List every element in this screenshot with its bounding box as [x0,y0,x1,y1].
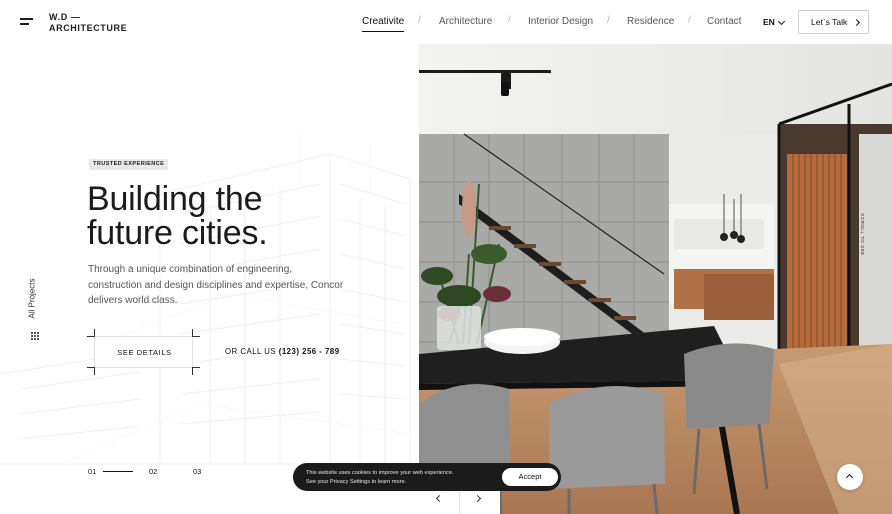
lets-talk-label: Let`s Talk [811,17,848,27]
cookie-text: This website uses cookies to improve you… [306,469,453,487]
chevron-left-icon[interactable] [435,494,444,503]
chevron-right-icon[interactable] [473,494,482,503]
logo-line-1: W.D — [49,12,81,22]
see-details-button[interactable]: SEE DETAILS [94,336,193,368]
hero-interior-photo [419,44,892,514]
menu-icon-line [20,18,33,20]
cookie-line-2: See your Privacy Settings to learn more. [306,479,407,485]
bracket-corner [192,367,200,368]
trusted-experience-badge: TRUSTED EXPERIENCE [89,159,169,170]
nav-separator: / [688,15,691,26]
nav-separator: / [607,15,610,26]
hero-headline: Building the future cities. [87,182,407,250]
logo[interactable]: W.D — ARCHITECTURE [49,12,127,34]
grid-dots-icon[interactable] [31,332,39,340]
site-header: W.D — ARCHITECTURE Creativite / Architec… [0,0,892,44]
scroll-to-see-label: SCROLL TO SEE [853,213,877,258]
bracket-corner [94,329,95,337]
nav-separator: / [418,15,421,26]
hero-description: Through a unique combination of engineer… [88,264,344,306]
pager-active-line [103,471,133,472]
interior-illustration [419,44,892,514]
chevron-up-icon [845,473,854,482]
pager-item-01[interactable]: 01 [88,467,96,476]
menu-icon-line [20,23,29,25]
logo-line-2: ARCHITECTURE [49,23,128,33]
language-selector[interactable]: EN [763,17,775,27]
pager-item-02[interactable]: 02 [149,467,157,476]
lets-talk-button[interactable]: Let`s Talk [798,10,869,34]
nav-item-interior-design[interactable]: Interior Design [528,16,593,27]
bracket-corner [192,329,193,337]
nav-item-residence[interactable]: Residence [627,16,674,27]
menu-icon[interactable] [20,18,34,26]
all-projects-link[interactable]: All Projects [22,276,50,326]
pager-item-03[interactable]: 03 [193,467,201,476]
chevron-right-icon [852,18,861,27]
nav-separator: / [508,15,511,26]
headline-line-1: Building the [87,180,263,218]
see-details-label: SEE DETAILS [117,348,172,357]
chevron-down-icon[interactable] [777,17,786,26]
accept-cookies-button[interactable]: Accept [502,468,558,486]
cookie-banner: This website uses cookies to improve you… [293,463,561,491]
slider-divider [459,488,460,514]
bracket-corner [192,336,200,337]
scroll-label-text: SCROLL TO SEE [859,213,865,256]
call-us-text: OR CALL US (123) 256 - 789 [225,347,340,356]
call-prefix: OR CALL US [225,347,277,356]
bracket-corner [94,367,95,375]
nav-item-contact[interactable]: Contact [707,16,741,27]
nav-item-architecture[interactable]: Architecture [439,16,492,27]
phone-number[interactable]: (123) 256 - 789 [279,347,340,356]
headline-line-2: future cities. [87,214,268,252]
bracket-corner [192,367,193,375]
accept-label: Accept [518,472,542,481]
cookie-line-1: This website uses cookies to improve you… [306,470,454,476]
scroll-to-top-button[interactable] [837,464,863,490]
all-projects-label: All Projects [27,278,37,319]
nav-item-creativite[interactable]: Creativite [362,16,405,32]
